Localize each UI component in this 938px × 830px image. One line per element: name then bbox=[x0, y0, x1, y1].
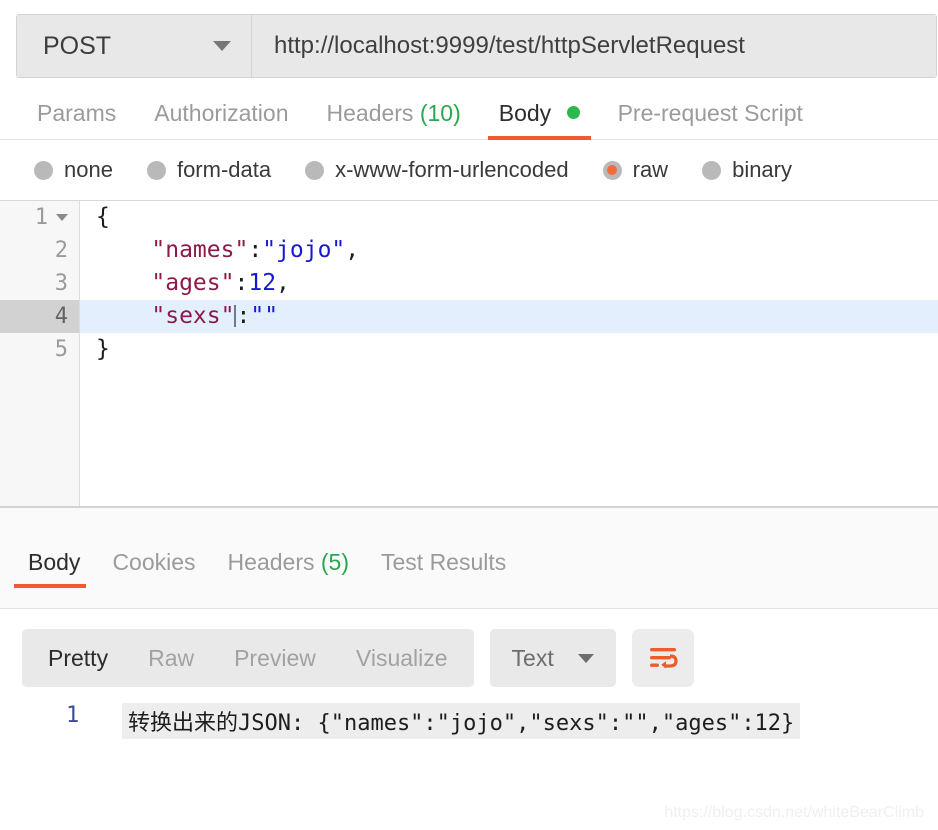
request-url-row: POST http://localhost:9999/test/httpServ… bbox=[0, 0, 938, 78]
body-mode-binary[interactable]: binary bbox=[702, 157, 792, 183]
editor-code-1: { bbox=[80, 201, 110, 234]
tab-headers-count: (10) bbox=[419, 100, 461, 126]
body-mode-none[interactable]: none bbox=[34, 157, 113, 183]
request-body-editor[interactable]: 1 { 2 "names":"jojo", 3 "ages":12, 4 "se… bbox=[0, 200, 938, 508]
chevron-down-icon bbox=[213, 41, 231, 51]
editor-brace-open: { bbox=[96, 204, 110, 230]
json-colon-2: : bbox=[248, 237, 263, 263]
request-url-input[interactable]: http://localhost:9999/test/httpServletRe… bbox=[252, 15, 936, 77]
json-comma-2: , bbox=[345, 237, 360, 263]
json-key-sexs: "sexs" bbox=[151, 303, 235, 329]
editor-line-3[interactable]: 3 "ages":12, bbox=[0, 267, 938, 300]
editor-empty-area[interactable] bbox=[0, 366, 938, 506]
editor-gutter-1: 1 bbox=[0, 201, 80, 234]
radio-icon-urlencoded bbox=[305, 160, 325, 180]
http-method-select[interactable]: POST bbox=[17, 15, 252, 77]
editor-code-3: "ages":12, bbox=[80, 267, 290, 300]
response-tab-test-results-label: Test Results bbox=[381, 549, 507, 575]
json-value-names: "jojo" bbox=[262, 237, 346, 263]
editor-brace-close: } bbox=[96, 336, 110, 362]
view-mode-visualize[interactable]: Visualize bbox=[336, 629, 468, 687]
body-mode-none-label: none bbox=[64, 157, 113, 182]
response-tab-headers[interactable]: Headers (5) bbox=[212, 551, 365, 586]
body-mode-form-data-label: form-data bbox=[176, 157, 272, 182]
json-colon-4: : bbox=[236, 303, 251, 329]
watermark: https://blog.csdn.net/whiteBearClimb bbox=[664, 804, 924, 821]
editor-line-5[interactable]: 5 } bbox=[0, 333, 938, 366]
response-tab-body-label: Body bbox=[28, 549, 81, 575]
json-value-sexs: "" bbox=[250, 303, 279, 329]
view-mode-pretty[interactable]: Pretty bbox=[28, 629, 128, 687]
radio-icon-form-data bbox=[146, 160, 166, 180]
body-mode-raw[interactable]: raw bbox=[602, 157, 669, 183]
editor-code-2: "names":"jojo", bbox=[80, 234, 359, 267]
response-tab-body[interactable]: Body bbox=[12, 549, 96, 588]
response-tab-headers-label: Headers bbox=[227, 549, 315, 575]
body-mode-raw-label: raw bbox=[632, 157, 669, 182]
view-mode-raw[interactable]: Raw bbox=[128, 629, 214, 687]
editor-line-number-5: 5 bbox=[54, 337, 68, 362]
chevron-down-icon bbox=[577, 653, 594, 663]
response-tab-bar: Body Cookies Headers (5) Test Results bbox=[0, 508, 938, 588]
editor-code-4: "sexs":"" bbox=[80, 300, 278, 333]
editor-code-5: } bbox=[80, 333, 110, 366]
editor-line-4[interactable]: 4 "sexs":"" bbox=[0, 300, 938, 333]
response-tab-cookies[interactable]: Cookies bbox=[96, 551, 211, 586]
word-wrap-button[interactable] bbox=[631, 629, 694, 687]
editor-line-number-1: 1 bbox=[34, 205, 48, 230]
editor-gutter-2: 2 bbox=[0, 234, 80, 267]
radio-icon-none bbox=[34, 160, 53, 180]
editor-line-2[interactable]: 2 "names":"jojo", bbox=[0, 234, 938, 267]
editor-line-1[interactable]: 1 { bbox=[0, 201, 938, 234]
tab-headers-label: Headers bbox=[326, 100, 414, 126]
body-mode-form-data[interactable]: form-data bbox=[146, 157, 272, 183]
json-key-ages: "ages" bbox=[151, 270, 235, 296]
radio-icon-raw-selected bbox=[602, 160, 622, 180]
word-wrap-icon bbox=[649, 648, 678, 669]
radio-icon-binary bbox=[702, 160, 722, 180]
tab-pre-request-script-label: Pre-request Script bbox=[617, 100, 803, 126]
response-tab-cookies-label: Cookies bbox=[112, 549, 196, 575]
body-mode-urlencoded[interactable]: x-www-form-urlencoded bbox=[305, 157, 569, 183]
tab-authorization[interactable]: Authorization bbox=[135, 102, 307, 139]
fold-arrow-icon[interactable] bbox=[56, 214, 68, 221]
response-tab-test-results[interactable]: Test Results bbox=[365, 551, 522, 586]
editor-gutter-4: 4 bbox=[0, 300, 80, 333]
tab-body-label: Body bbox=[498, 100, 552, 126]
editor-line-number-4: 4 bbox=[54, 304, 68, 329]
editor-gutter-3: 3 bbox=[0, 267, 80, 300]
body-mode-urlencoded-label: x-www-form-urlencoded bbox=[335, 157, 569, 182]
response-format-value: Text bbox=[511, 644, 554, 671]
response-view-mode-group: Pretty Raw Preview Visualize bbox=[22, 629, 474, 687]
response-tab-headers-count: (5) bbox=[320, 549, 349, 575]
response-line-number: 1 bbox=[66, 703, 80, 728]
body-status-dot-icon bbox=[566, 106, 580, 119]
response-panel: Body Cookies Headers (5) Test Results bbox=[0, 508, 938, 609]
tab-pre-request-script[interactable]: Pre-request Script bbox=[599, 102, 822, 139]
json-key-names: "names" bbox=[151, 237, 249, 263]
json-colon-3: : bbox=[234, 270, 249, 296]
editor-line-number-2: 2 bbox=[54, 238, 68, 263]
json-value-ages: 12 bbox=[248, 270, 277, 296]
tab-authorization-label: Authorization bbox=[154, 100, 289, 126]
editor-gutter-5: 5 bbox=[0, 333, 80, 366]
body-mode-binary-label: binary bbox=[732, 157, 792, 182]
request-tab-bar: Params Authorization Headers (10) Body P… bbox=[0, 78, 938, 140]
tab-body[interactable]: Body bbox=[480, 100, 599, 140]
http-method-label: POST bbox=[43, 31, 112, 60]
request-url-group: POST http://localhost:9999/test/httpServ… bbox=[16, 14, 937, 78]
editor-gutter-filler bbox=[0, 366, 80, 506]
response-format-select[interactable]: Text bbox=[489, 629, 616, 687]
tab-params-label: Params bbox=[37, 100, 117, 126]
body-mode-radio-group: none form-data x-www-form-urlencoded raw… bbox=[0, 140, 938, 200]
tab-headers[interactable]: Headers (10) bbox=[308, 102, 480, 139]
view-mode-preview[interactable]: Preview bbox=[214, 629, 336, 687]
response-body-content[interactable]: 1 转换出来的JSON: {"names":"jojo","sexs":"","… bbox=[0, 691, 938, 739]
editor-line-number-3: 3 bbox=[54, 271, 68, 296]
response-view-toolbar: Pretty Raw Preview Visualize Text bbox=[0, 609, 938, 691]
tab-params[interactable]: Params bbox=[18, 102, 135, 139]
json-comma-3: , bbox=[276, 270, 290, 296]
response-body-text: 转换出来的JSON: {"names":"jojo","sexs":"","ag… bbox=[122, 703, 801, 739]
